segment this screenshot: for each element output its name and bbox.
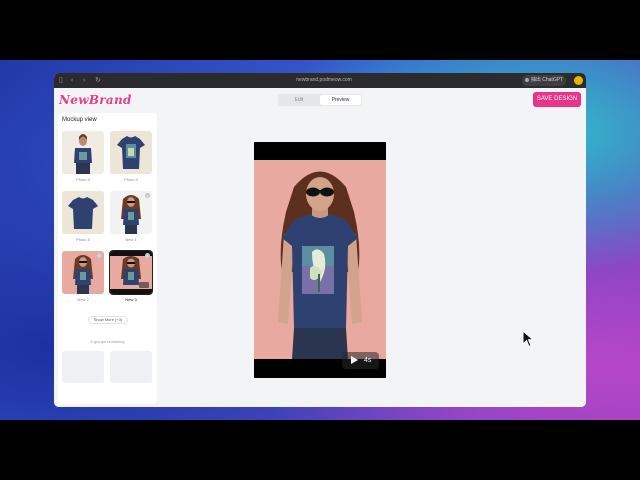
mockup-thumbnail[interactable]: × [62,251,104,294]
tab-edit[interactable]: Edit [279,95,319,105]
remove-thumbnail-icon[interactable]: × [145,253,150,258]
address-bar[interactable]: newbrand.podmeow.com [224,76,424,85]
sidebar-toggle-icon[interactable]: ▯ [59,76,63,85]
mockup-thumbnail[interactable] [110,131,152,174]
tshirt-icon [68,197,98,229]
edit-preview-toggle: Edit Preview [278,94,362,106]
groups-remaining-text: 5 groups remaining [90,339,125,344]
mockup-thumbnail[interactable] [62,191,104,234]
model-photo [278,171,362,360]
browser-window: ▯ ‹ › ↻ newbrand.podmeow.com 抽出 ChatGPT … [54,73,586,407]
show-more-button[interactable]: Show More (+3) [88,316,128,324]
extension-label: 抽出 ChatGPT [530,77,564,83]
save-design-button[interactable]: SAVE DESIGN [533,92,581,107]
tshirt-icon [117,136,145,169]
mockup-preview[interactable]: 4s [254,142,386,378]
app-canvas: NewBrand Edit Preview SAVE DESIGN Mockup… [54,88,586,407]
thumbnail-label: New 2 [77,297,89,302]
model-photo-icon [74,134,92,174]
letterbox-bottom [0,420,640,480]
extension-icon [524,77,529,82]
loading-placeholder [62,351,104,383]
thumbnail-label: Photo 4 [124,177,138,182]
thumbnail-label: New 1 [125,237,137,242]
video-duration: 4s [364,357,372,364]
extension-button[interactable]: 抽出 ChatGPT [522,75,566,86]
browser-toolbar: ▯ ‹ › ↻ newbrand.podmeow.com 抽出 ChatGPT [54,73,586,88]
video-play-button[interactable]: 4s [342,352,379,369]
thumbnail-label: Photo 3 [76,177,90,182]
tab-preview[interactable]: Preview [320,95,361,105]
profile-avatar[interactable] [574,76,583,85]
thumbnail-label: Photo 5 [76,237,90,242]
thumbnail-label: New 3 [125,297,137,302]
play-icon [351,356,358,364]
letterbox-top [0,0,640,60]
panel-title: Mockup view [62,117,97,123]
remove-thumbnail-icon[interactable]: × [97,253,102,258]
mockup-thumbnail[interactable]: × [110,191,152,234]
reload-icon[interactable]: ↻ [95,76,101,85]
mockup-thumbnail[interactable] [62,131,104,174]
loading-placeholder [110,351,152,383]
mockup-thumbnail-selected[interactable]: × [109,250,153,295]
mouse-cursor-icon [522,330,534,348]
mockup-panel: Mockup view Photo 3 Photo 4 Photo 5 × Ne… [58,113,157,404]
forward-arrow-icon[interactable]: › [83,76,85,85]
remove-thumbnail-icon[interactable]: × [145,193,150,198]
brand-logo[interactable]: NewBrand [59,93,132,107]
back-arrow-icon[interactable]: ‹ [71,76,73,85]
